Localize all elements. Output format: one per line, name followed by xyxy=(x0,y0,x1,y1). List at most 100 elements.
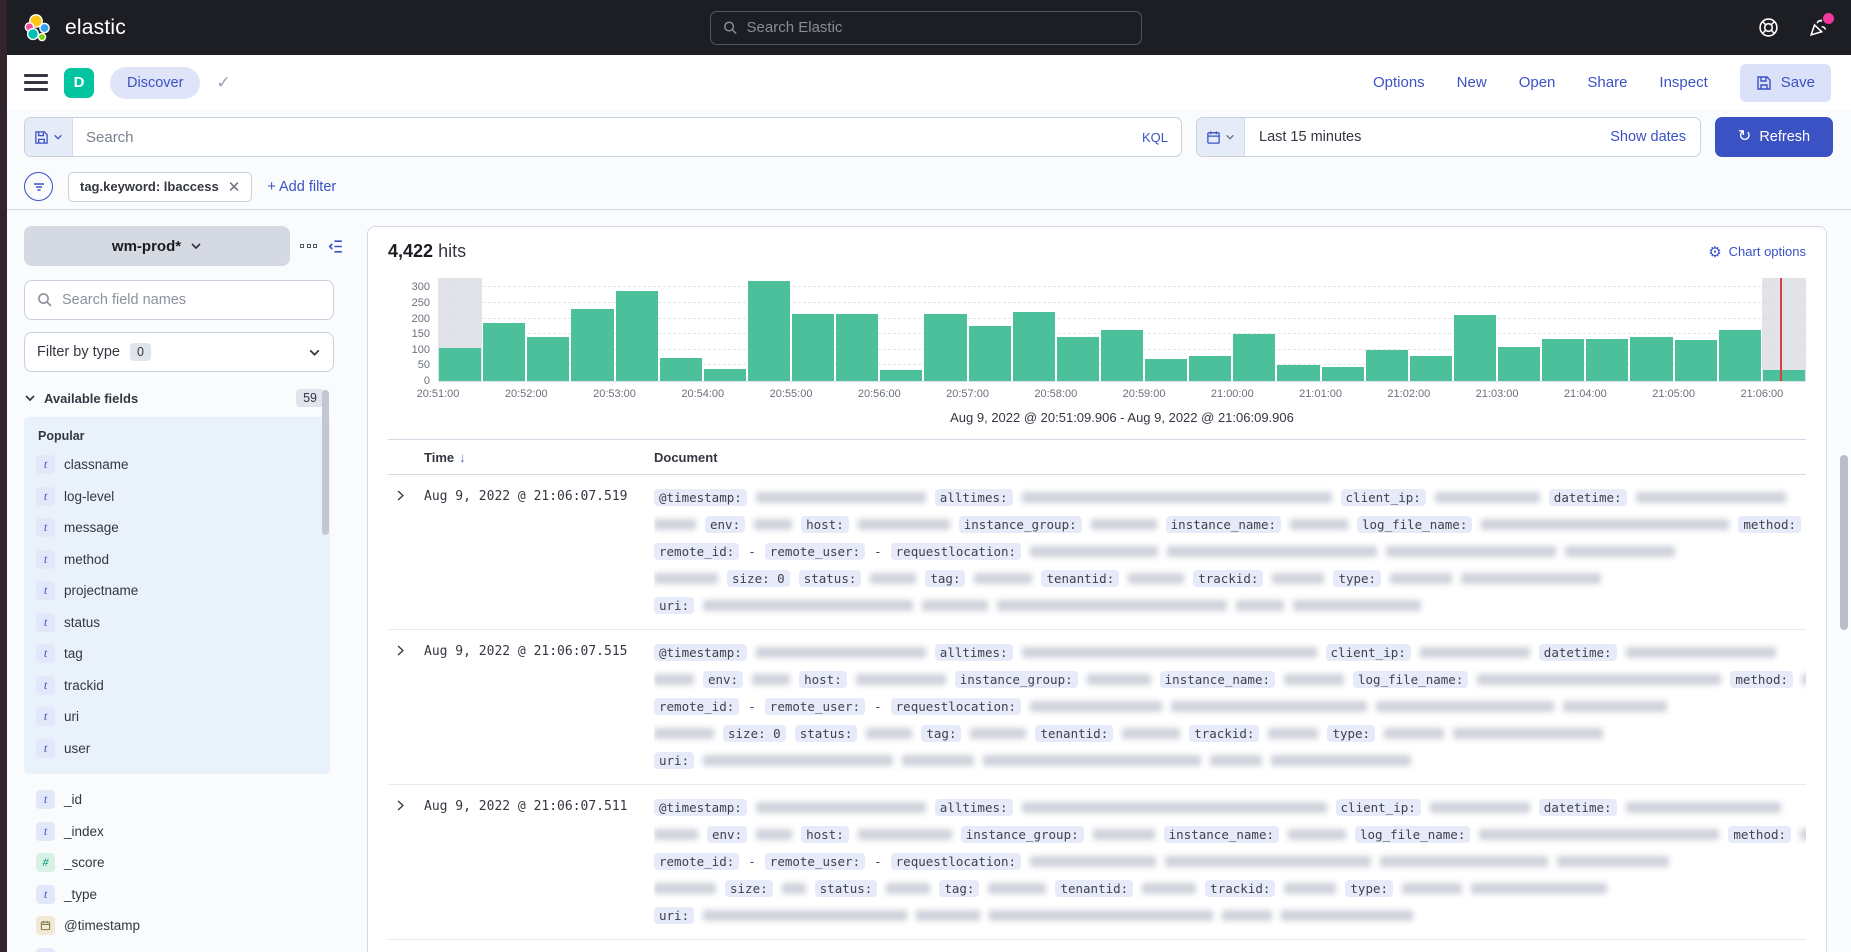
expand-row-icon[interactable] xyxy=(388,641,424,772)
field-item-_score[interactable]: #_score xyxy=(36,847,330,879)
histogram-bar[interactable] xyxy=(1498,347,1540,381)
histogram-bar[interactable] xyxy=(1410,356,1452,381)
global-search-input[interactable] xyxy=(747,19,1129,36)
field-chip: log_file_name: xyxy=(1355,826,1470,843)
field-item-log-level[interactable]: tlog-level xyxy=(36,481,330,513)
time-column-header[interactable]: Time ↓ xyxy=(424,450,654,465)
time-range-value[interactable]: Last 15 minutes xyxy=(1245,129,1596,145)
field-item-tag[interactable]: ttag xyxy=(36,638,330,670)
date-quick-menu-button[interactable] xyxy=(1197,118,1245,156)
expand-row-icon[interactable] xyxy=(388,486,424,617)
nav-link-new[interactable]: New xyxy=(1457,74,1487,91)
histogram-bar[interactable] xyxy=(836,314,878,381)
histogram-bar[interactable] xyxy=(1366,350,1408,381)
field-item-_id[interactable]: t_id xyxy=(36,784,330,816)
table-row: Aug 9, 2022 @ 21:06:07.515@timestamp:all… xyxy=(388,630,1806,785)
redacted-value xyxy=(756,647,926,658)
x-axis-tick: 20:55:00 xyxy=(770,388,813,400)
histogram-bar[interactable] xyxy=(1542,339,1584,381)
newsfeed-icon[interactable] xyxy=(1807,17,1829,39)
histogram-bar[interactable] xyxy=(571,309,613,381)
x-axis-tick: 21:02:00 xyxy=(1387,388,1430,400)
field-item-_index[interactable]: t_index xyxy=(36,816,330,848)
histogram-bar[interactable] xyxy=(1322,367,1364,381)
histogram-bar[interactable] xyxy=(1675,340,1717,381)
histogram-bar[interactable] xyxy=(880,370,922,381)
histogram-bar[interactable] xyxy=(1101,330,1143,382)
field-item-user[interactable]: tuser xyxy=(36,733,330,765)
histogram-bar[interactable] xyxy=(1630,337,1672,381)
expand-row-icon[interactable] xyxy=(388,796,424,927)
nav-link-options[interactable]: Options xyxy=(1373,74,1425,91)
data-view-selector[interactable]: wm-prod* xyxy=(24,226,290,266)
field-item-_type[interactable]: t_type xyxy=(36,879,330,911)
global-search[interactable] xyxy=(710,11,1142,45)
histogram-bar[interactable] xyxy=(1145,359,1187,381)
field-item-classname[interactable]: tclassname xyxy=(36,449,330,481)
nav-link-share[interactable]: Share xyxy=(1587,74,1627,91)
histogram-bar[interactable] xyxy=(969,326,1011,381)
histogram-bar[interactable] xyxy=(924,314,966,381)
redacted-value xyxy=(752,674,790,685)
field-item-status[interactable]: tstatus xyxy=(36,607,330,639)
histogram-bar[interactable] xyxy=(748,281,790,381)
histogram-bar[interactable] xyxy=(1189,356,1231,381)
chart-options-button[interactable]: ⚙ Chart options xyxy=(1708,243,1806,261)
help-icon[interactable] xyxy=(1757,17,1779,39)
histogram-bar[interactable] xyxy=(704,369,746,381)
sidebar-scrollbar[interactable] xyxy=(322,390,329,535)
histogram-bar[interactable] xyxy=(527,337,569,381)
field-name: classname xyxy=(64,457,129,472)
histogram-bar[interactable] xyxy=(1586,339,1628,381)
saved-query-menu-button[interactable] xyxy=(25,118,73,156)
sort-descending-icon[interactable]: ↓ xyxy=(459,450,466,465)
field-item-method[interactable]: tmethod xyxy=(36,544,330,576)
field-chip: trackid: xyxy=(1189,725,1259,742)
histogram-bar[interactable] xyxy=(483,323,525,381)
field-item-projectname[interactable]: tprojectname xyxy=(36,575,330,607)
show-dates-button[interactable]: Show dates xyxy=(1596,129,1700,145)
filter-by-type[interactable]: Filter by type 0 xyxy=(24,332,334,372)
histogram-bar[interactable] xyxy=(792,314,834,381)
available-fields-header[interactable]: Available fields 59 xyxy=(24,389,324,407)
row-document: @timestamp:alltimes:client_ip:datetime:e… xyxy=(654,486,1806,617)
histogram-bar[interactable] xyxy=(660,358,702,381)
save-button[interactable]: Save xyxy=(1740,64,1831,102)
field-item-accountid[interactable]: taccountid xyxy=(36,942,330,952)
refresh-button[interactable]: ↻ Refresh xyxy=(1715,117,1833,157)
redacted-value xyxy=(1402,883,1462,894)
add-filter-button[interactable]: + Add filter xyxy=(267,179,336,195)
redacted-value xyxy=(858,519,950,530)
histogram-bar[interactable] xyxy=(1719,330,1761,382)
histogram-bar[interactable] xyxy=(1233,334,1275,381)
field-chip: host: xyxy=(801,826,849,843)
histogram-bar[interactable] xyxy=(1057,337,1099,381)
page-scrollbar[interactable] xyxy=(1840,455,1848,630)
histogram-bar[interactable] xyxy=(1277,365,1319,381)
kql-language-button[interactable]: KQL xyxy=(1129,130,1181,145)
histogram-bar[interactable] xyxy=(1763,370,1805,381)
field-item-@timestamp[interactable]: @timestamp xyxy=(36,910,330,942)
histogram-bar[interactable] xyxy=(439,348,481,381)
field-search-input[interactable] xyxy=(62,292,321,308)
histogram-bar[interactable] xyxy=(1013,312,1055,381)
breadcrumb[interactable]: Discover xyxy=(110,67,200,99)
remove-filter-icon[interactable]: ✕ xyxy=(228,178,241,196)
field-item-trackid[interactable]: ttrackid xyxy=(36,670,330,702)
elastic-logo[interactable]: elastic xyxy=(22,12,126,44)
collapse-sidebar-icon[interactable] xyxy=(327,238,344,255)
space-avatar[interactable]: D xyxy=(64,68,94,98)
query-input[interactable] xyxy=(73,118,1129,156)
field-item-message[interactable]: tmessage xyxy=(36,512,330,544)
menu-icon[interactable] xyxy=(24,74,48,91)
histogram-bar[interactable] xyxy=(1454,315,1496,381)
field-item-uri[interactable]: turi xyxy=(36,701,330,733)
y-axis-tick: 150 xyxy=(412,328,430,340)
nav-link-open[interactable]: Open xyxy=(1519,74,1556,91)
filter-menu-icon[interactable] xyxy=(24,172,53,201)
field-search[interactable] xyxy=(24,280,334,320)
filter-pill[interactable]: tag.keyword: lbaccess ✕ xyxy=(68,172,252,202)
nav-link-inspect[interactable]: Inspect xyxy=(1659,74,1707,91)
field-settings-icon[interactable] xyxy=(300,244,317,248)
histogram-bar[interactable] xyxy=(616,291,658,382)
